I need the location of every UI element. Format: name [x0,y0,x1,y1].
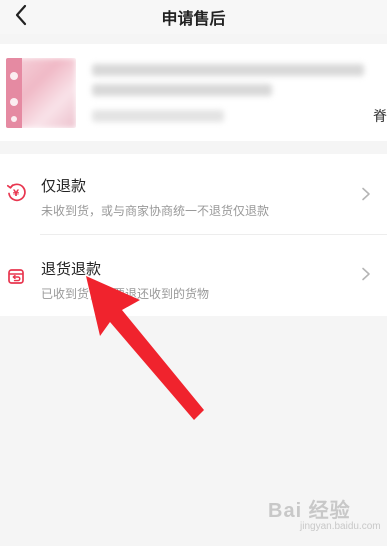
watermark-url: jingyan.baidu.com [300,521,381,532]
product-thumbnail [6,58,76,128]
page-title: 申请售后 [161,11,226,28]
refund-yuan-icon: ¥ [6,183,26,202]
refund-only-description: 未收到货，或与商家协商统一不退货仅退款 [41,204,270,218]
chevron-right-icon [362,267,370,281]
chevron-left-icon [15,4,27,26]
header-bar: 申请售后 [0,0,387,34]
watermark-logo: Bai 经验 [268,500,351,522]
after-sale-options: ¥ 仅退款 未收到货，或与商家协商统一不退货仅退款 退货退款 已收到货，需要退还… [0,154,387,316]
product-name-blurred [92,64,364,76]
chevron-right-icon [362,187,370,201]
product-card[interactable]: 脊 [0,44,387,141]
refund-only-option[interactable]: ¥ 仅退款 未收到货，或与商家协商统一不退货仅退款 [0,154,387,234]
product-name-blurred-line2 [92,84,272,96]
product-spec-blurred [92,110,224,122]
back-button[interactable] [8,2,34,28]
return-and-refund-option[interactable]: 退货退款 已收到货，需要退还收到的货物 [0,234,387,314]
return-refund-description: 已收到货，需要退还收到的货物 [41,287,210,301]
return-box-icon [8,269,24,284]
product-name-edge-char: 脊 [373,108,387,124]
refund-only-title: 仅退款 [41,178,87,195]
svg-text:¥: ¥ [13,189,20,199]
return-refund-title: 退货退款 [41,261,102,278]
